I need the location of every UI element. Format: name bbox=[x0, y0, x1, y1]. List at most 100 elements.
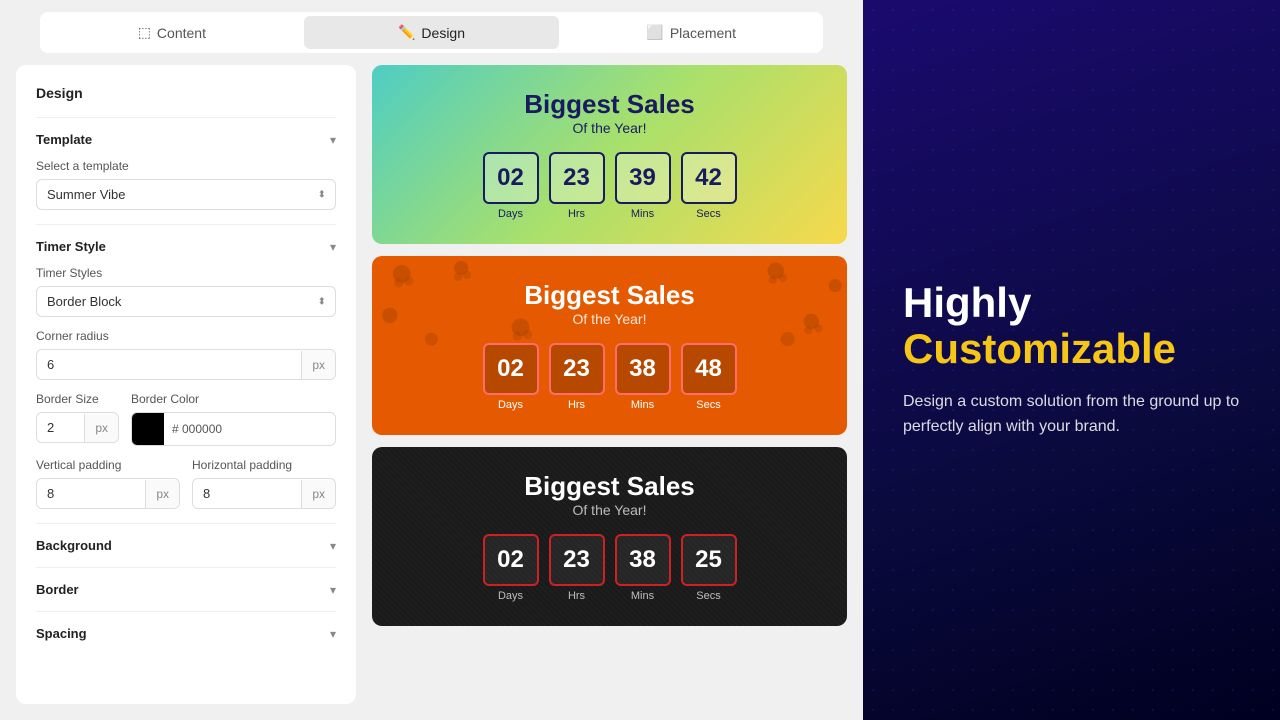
background-chevron-icon: ▾ bbox=[330, 539, 336, 553]
preview-card-halloween: Biggest Sales Of the Year! 02 Days 23 Hr… bbox=[372, 256, 847, 435]
card1-hrs: 23 Hrs bbox=[549, 152, 605, 220]
card1-secs: 42 Secs bbox=[681, 152, 737, 220]
vertical-padding-unit: px bbox=[145, 480, 179, 508]
hero-title-line1: Highly bbox=[903, 280, 1240, 326]
border-size-unit: px bbox=[84, 414, 118, 442]
timer-styles-select[interactable]: Border Block Filled Block Minimal bbox=[36, 286, 336, 317]
card1-mins-label: Mins bbox=[631, 208, 654, 220]
vertical-padding-label: Vertical padding bbox=[36, 458, 180, 472]
card3-mins: 38 Mins bbox=[615, 534, 671, 602]
corner-radius-field[interactable] bbox=[37, 350, 301, 379]
spacing-header[interactable]: Spacing ▾ bbox=[36, 626, 336, 641]
horizontal-padding-unit: px bbox=[301, 480, 335, 508]
preview-card-summer: Biggest Sales Of the Year! 02 Days 23 Hr… bbox=[372, 65, 847, 244]
card2-secs-label: Secs bbox=[696, 399, 720, 411]
card2-days-box: 02 bbox=[483, 343, 539, 395]
border-color-text[interactable] bbox=[164, 415, 335, 443]
tab-bar: ⬚ Content ✏️ Design ⬜ Placement bbox=[40, 12, 823, 53]
design-icon: ✏️ bbox=[398, 24, 415, 41]
horizontal-padding-input: px bbox=[192, 478, 336, 509]
card2-secs: 48 Secs bbox=[681, 343, 737, 411]
template-chevron-icon: ▾ bbox=[330, 133, 336, 147]
card2-mins: 38 Mins bbox=[615, 343, 671, 411]
corner-radius-unit: px bbox=[301, 351, 335, 379]
template-section-body: Select a template Summer Vibe Halloween … bbox=[36, 159, 336, 210]
hero-description: Design a custom solution from the ground… bbox=[903, 389, 1240, 440]
main-content: Design Template ▾ Select a template Summ… bbox=[0, 65, 863, 720]
border-size-label: Border Size bbox=[36, 392, 119, 406]
card2-mins-label: Mins bbox=[631, 399, 654, 411]
border-title: Border bbox=[36, 582, 79, 597]
horizontal-padding-group: Horizontal padding px bbox=[192, 458, 336, 509]
template-select[interactable]: Summer Vibe Halloween Dark Mode Border B… bbox=[36, 179, 336, 210]
background-header[interactable]: Background ▾ bbox=[36, 538, 336, 553]
vertical-padding-group: Vertical padding px bbox=[36, 458, 180, 509]
card3-timer-row: 02 Days 23 Hrs 38 Mins 25 Secs bbox=[396, 534, 823, 602]
vertical-padding-field[interactable] bbox=[37, 479, 145, 508]
card3-hrs: 23 Hrs bbox=[549, 534, 605, 602]
template-section-header[interactable]: Template ▾ bbox=[36, 132, 336, 147]
card3-secs-box: 25 bbox=[681, 534, 737, 586]
card1-hrs-box: 23 bbox=[549, 152, 605, 204]
border-color-group: Border Color bbox=[131, 392, 336, 446]
card3-title: Biggest Sales bbox=[396, 471, 823, 502]
vertical-padding-input: px bbox=[36, 478, 180, 509]
spacing-chevron-icon: ▾ bbox=[330, 627, 336, 641]
border-color-swatch[interactable] bbox=[132, 413, 164, 445]
timer-style-header[interactable]: Timer Style ▾ bbox=[36, 239, 336, 254]
card3-secs-label: Secs bbox=[696, 590, 720, 602]
card1-mins: 39 Mins bbox=[615, 152, 671, 220]
corner-radius-label: Corner radius bbox=[36, 329, 336, 343]
preview-card-dark: Biggest Sales Of the Year! 02 Days 23 Hr… bbox=[372, 447, 847, 626]
border-controls: Border Size px Border Color bbox=[36, 392, 336, 446]
card1-days-label: Days bbox=[498, 208, 523, 220]
template-select-label: Select a template bbox=[36, 159, 336, 173]
tab-design[interactable]: ✏️ Design bbox=[304, 16, 560, 49]
card3-hrs-label: Hrs bbox=[568, 590, 585, 602]
card2-timer-row: 02 Days 23 Hrs 38 Mins 48 Secs bbox=[396, 343, 823, 411]
card3-days-label: Days bbox=[498, 590, 523, 602]
card2-hrs: 23 Hrs bbox=[549, 343, 605, 411]
card1-hrs-label: Hrs bbox=[568, 208, 585, 220]
card3-mins-label: Mins bbox=[631, 590, 654, 602]
tab-placement-label: Placement bbox=[670, 25, 736, 41]
card2-hrs-label: Hrs bbox=[568, 399, 585, 411]
border-color-label: Border Color bbox=[131, 392, 336, 406]
placement-icon: ⬜ bbox=[646, 24, 663, 41]
background-section: Background ▾ bbox=[36, 523, 336, 567]
horizontal-padding-field[interactable] bbox=[193, 479, 301, 508]
design-sidebar: Design Template ▾ Select a template Summ… bbox=[16, 65, 356, 704]
sidebar-title: Design bbox=[36, 85, 336, 101]
border-section: Border ▾ bbox=[36, 567, 336, 611]
timer-style-chevron-icon: ▾ bbox=[330, 240, 336, 254]
card1-subtitle: Of the Year! bbox=[396, 120, 823, 136]
card1-secs-label: Secs bbox=[696, 208, 720, 220]
border-size-input: px bbox=[36, 412, 119, 443]
card1-secs-box: 42 bbox=[681, 152, 737, 204]
card3-days-box: 02 bbox=[483, 534, 539, 586]
tab-placement[interactable]: ⬜ Placement bbox=[563, 16, 819, 49]
template-section: Template ▾ Select a template Summer Vibe… bbox=[36, 117, 336, 224]
hero-text: Highly Customizable Design a custom solu… bbox=[903, 280, 1240, 440]
card2-title: Biggest Sales bbox=[396, 280, 823, 311]
tab-design-label: Design bbox=[421, 25, 465, 41]
card3-subtitle: Of the Year! bbox=[396, 502, 823, 518]
tab-content-label: Content bbox=[157, 25, 206, 41]
border-header[interactable]: Border ▾ bbox=[36, 582, 336, 597]
timer-styles-label: Timer Styles bbox=[36, 266, 336, 280]
border-color-input[interactable] bbox=[131, 412, 336, 446]
tab-content[interactable]: ⬚ Content bbox=[44, 16, 300, 49]
card2-days-label: Days bbox=[498, 399, 523, 411]
card2-hrs-box: 23 bbox=[549, 343, 605, 395]
card3-mins-box: 38 bbox=[615, 534, 671, 586]
border-size-field[interactable] bbox=[37, 413, 84, 442]
background-title: Background bbox=[36, 538, 112, 553]
card2-mins-box: 38 bbox=[615, 343, 671, 395]
hero-title-line2: Customizable bbox=[903, 326, 1240, 372]
timer-styles-select-wrapper: Border Block Filled Block Minimal ⬍ bbox=[36, 286, 336, 317]
content-icon: ⬚ bbox=[138, 24, 151, 41]
left-panel: ⬚ Content ✏️ Design ⬜ Placement Design T… bbox=[0, 0, 863, 720]
border-size-group: Border Size px bbox=[36, 392, 119, 446]
horizontal-padding-label: Horizontal padding bbox=[192, 458, 336, 472]
spacing-section: Spacing ▾ bbox=[36, 611, 336, 655]
